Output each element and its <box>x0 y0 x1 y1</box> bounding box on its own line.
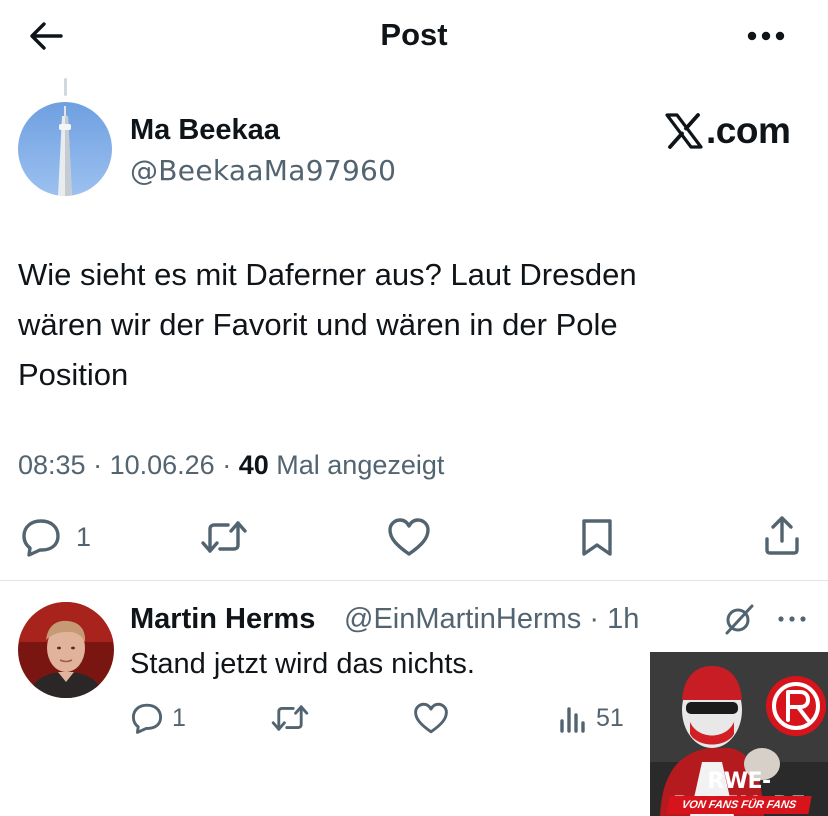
tower-avatar-image <box>18 102 112 196</box>
watermark-subtitle: VON FANS FÜR FANS <box>666 796 812 814</box>
bookmark-icon <box>582 519 612 556</box>
grok-button[interactable] <box>718 600 760 638</box>
post-meta: 08:35 · 10.06.26 · 40 Mal angezeigt <box>18 445 444 485</box>
reply-reply-button[interactable]: 1 <box>130 698 186 738</box>
meta-separator: · <box>222 450 239 480</box>
post-date[interactable]: 10.06.26 <box>110 450 215 480</box>
views-count[interactable]: 40 <box>239 450 269 480</box>
author-avatar[interactable] <box>18 102 112 196</box>
rwe-portal-watermark: RWE-PORTAL.DE VON FANS FÜR FANS <box>650 652 828 816</box>
reply-views-button[interactable]: 51 <box>558 698 624 738</box>
like-button[interactable] <box>386 514 432 560</box>
ellipsis-icon <box>747 31 785 41</box>
meta-separator: · <box>93 450 110 480</box>
reply-count: 1 <box>76 521 92 552</box>
heart-icon <box>388 518 430 556</box>
reply-repost-button[interactable] <box>270 698 310 738</box>
x-logo-icon <box>665 113 703 149</box>
reply-author-avatar[interactable] <box>18 602 114 698</box>
reply-reply-count: 1 <box>172 703 186 732</box>
reply-icon <box>22 519 60 557</box>
share-button[interactable] <box>762 512 802 558</box>
views-label: Mal angezeigt <box>276 450 445 480</box>
reply-button[interactable]: 1 <box>20 514 91 560</box>
reply-text: Stand jetzt wird das nichts. <box>130 648 475 680</box>
page-title: Post <box>380 17 448 52</box>
reply-icon <box>131 703 163 734</box>
repost-button[interactable] <box>200 514 248 560</box>
meta-separator: · <box>581 603 608 635</box>
thread-connector-line <box>64 78 67 96</box>
reply-author-meta: @EinMartinHerms · 1h <box>344 600 639 638</box>
repost-icon <box>201 521 247 553</box>
xcom-logo-text: .com <box>706 110 791 151</box>
ellipsis-icon <box>778 616 806 622</box>
reply-more-button[interactable] <box>772 602 812 636</box>
reply-author-name[interactable]: Martin Herms <box>130 600 315 638</box>
reply-views-count: 51 <box>596 703 624 732</box>
heart-icon <box>414 702 448 734</box>
section-divider <box>0 580 828 581</box>
person-avatar-image <box>18 602 114 698</box>
author-name[interactable]: Ma Beekaa <box>130 110 280 150</box>
reply-author-handle[interactable]: @EinMartinHerms <box>344 603 581 635</box>
reply-like-button[interactable] <box>412 698 450 738</box>
share-icon <box>765 516 799 555</box>
grok-icon <box>725 604 754 635</box>
more-options-button[interactable] <box>736 18 796 54</box>
bar-chart-icon <box>560 707 585 733</box>
post-time[interactable]: 08:35 <box>18 450 86 480</box>
reply-age[interactable]: 1h <box>607 603 639 635</box>
post-text: Wie sieht es mit Daferner aus? Laut Dres… <box>18 257 637 392</box>
bookmark-button[interactable] <box>578 514 616 560</box>
repost-icon <box>271 705 309 731</box>
author-handle[interactable]: @BeekaaMa97960 <box>130 152 396 190</box>
xcom-logo: .com <box>664 108 791 154</box>
